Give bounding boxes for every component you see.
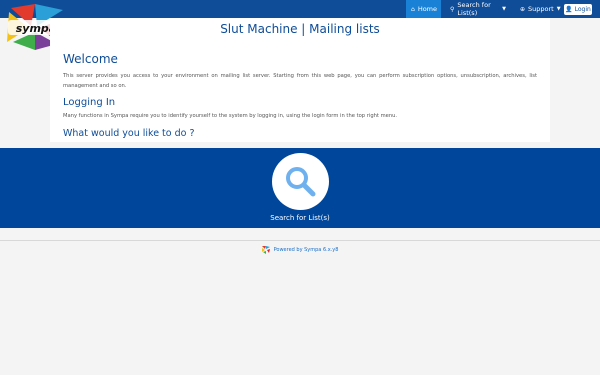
chevron-down-icon: ▼ — [556, 6, 561, 12]
login-label: Login — [574, 6, 591, 13]
main-panel: Slut Machine | Mailing lists Welcome Thi… — [50, 18, 550, 142]
chevron-down-icon: ▼ — [502, 6, 506, 12]
nav-support[interactable]: ⊕ Support ▼ — [513, 0, 561, 18]
search-icon: ⚲ — [450, 5, 455, 13]
footer-divider — [0, 240, 600, 241]
powered-by-link[interactable]: Powered by Sympa 6.x.y8 — [274, 247, 339, 253]
user-icon: 👤 — [565, 6, 573, 13]
footer: Powered by Sympa 6.x.y8 — [0, 245, 600, 255]
sympa-small-logo-icon — [261, 246, 270, 254]
search-lists-tile[interactable] — [272, 153, 329, 210]
page-title: Slut Machine | Mailing lists — [220, 22, 380, 36]
nav-search-label: Search for List(s) — [457, 1, 491, 17]
nav-home-label: Home — [417, 5, 438, 13]
logging-in-text: Many functions in Sympa require you to i… — [63, 113, 398, 119]
welcome-heading: Welcome — [63, 52, 118, 66]
welcome-text: This server provides you access to your … — [63, 73, 537, 89]
magnifier-icon — [286, 167, 316, 197]
what-to-do-heading: What would you like to do ? — [63, 128, 195, 139]
search-lists-label[interactable]: Search for List(s) — [0, 214, 600, 222]
login-button[interactable]: 👤 Login — [564, 4, 592, 15]
home-icon: ⌂ — [411, 5, 415, 13]
nav-support-label: Support — [528, 5, 554, 13]
support-icon: ⊕ — [520, 5, 526, 13]
nav-home[interactable]: ⌂ Home — [406, 0, 441, 18]
action-band: Search for List(s) — [0, 148, 600, 228]
nav-search-lists[interactable]: ⚲ Search for List(s) ▼ — [443, 0, 513, 18]
logging-in-heading: Logging In — [63, 97, 116, 108]
